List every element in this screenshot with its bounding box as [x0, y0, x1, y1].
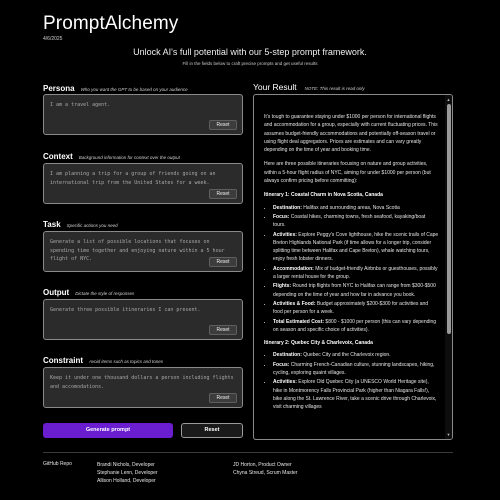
list-item: Destination: Quebec City and the Charlev…: [273, 351, 439, 359]
context-header: Context Background information for conte…: [43, 152, 180, 161]
result-scrollbar[interactable]: ▲ ▼: [445, 95, 452, 439]
result-content: It's tough to guarantee staying under $1…: [264, 113, 439, 417]
scroll-down-arrow-icon[interactable]: ▼: [446, 432, 451, 437]
generate-prompt-button[interactable]: Generate prompt: [43, 423, 173, 438]
list-item: Activities: Explore Old Quebec City (a U…: [273, 378, 439, 411]
result-intro-2: Here are three possible itineraries focu…: [264, 161, 431, 185]
list-item: Flights: Round trip flights from NYC to …: [273, 282, 439, 299]
persona-reset-button[interactable]: Reset: [209, 120, 237, 130]
output-hint: Dictate the style of responses: [75, 291, 135, 296]
scroll-up-arrow-icon[interactable]: ▲: [446, 97, 451, 102]
result-note: NOTE: This result is read only: [304, 86, 365, 91]
constraint-hint: Avoid items such as topics and tones: [89, 359, 163, 364]
footer-divider: [43, 452, 453, 453]
result-header: Your Result NOTE: This result is read on…: [253, 82, 365, 92]
result-title: Your Result: [253, 82, 297, 92]
footer-credits-team: JD Horton, Product Owner Chyna Streud, S…: [233, 461, 297, 477]
persona-field-text[interactable]: I am a travel agent.: [50, 101, 236, 110]
tagline: Unlock AI's full potential with our 5-st…: [133, 47, 367, 57]
task-reset-button[interactable]: Reset: [209, 257, 237, 267]
output-field[interactable]: Generate three possible itineraries I ca…: [43, 299, 243, 340]
scroll-thumb[interactable]: [446, 104, 451, 334]
task-header: Task Specific actions you need: [43, 220, 118, 229]
task-field[interactable]: Generate a list of possible locations th…: [43, 231, 243, 272]
persona-header: Persona Who you want the GPT to be based…: [43, 84, 188, 93]
constraint-label: Constraint: [43, 356, 83, 365]
list-item: Total Estimated Cost: $800 - $1000 per p…: [273, 318, 439, 335]
persona-hint: Who you want the GPT to be based on your…: [80, 87, 188, 92]
context-hint: Background information for context over …: [78, 155, 180, 160]
constraint-reset-button[interactable]: Reset: [209, 393, 237, 403]
credit-line: Brandi Nichols, Developer: [97, 462, 155, 468]
list-item: Destination: Halifax and surrounding are…: [273, 204, 439, 212]
result-panel[interactable]: It's tough to guarantee staying under $1…: [253, 94, 453, 440]
credit-line: Stephanie Lenn, Developer: [97, 470, 158, 476]
output-reset-button[interactable]: Reset: [209, 325, 237, 335]
itinerary-2-title: Itinerary 2: Quebec City & Charlevoix, C…: [264, 340, 373, 347]
context-field[interactable]: I am planning a trip for a group of frie…: [43, 163, 243, 204]
credit-line: JD Horton, Product Owner: [233, 462, 292, 468]
list-item: Activities: Explore Peggy's Cove lightho…: [273, 231, 439, 264]
list-item: Activities & Food: Budget approximately …: [273, 300, 439, 317]
app-title: PromptAlchemy: [43, 13, 179, 34]
itinerary-2-list: Destination: Quebec City and the Charlev…: [273, 351, 439, 411]
subtagline: Fill in the fields below to craft precis…: [182, 61, 318, 66]
itinerary-1-list: Destination: Halifax and surrounding are…: [273, 204, 439, 334]
itinerary-1-title: Itinerary 1: Coastal Charm in Nova Scoti…: [264, 192, 383, 199]
output-header: Output Dictate the style of responses: [43, 288, 134, 297]
output-field-text[interactable]: Generate three possible itineraries I ca…: [50, 306, 236, 315]
reset-all-button[interactable]: Reset: [181, 423, 243, 438]
list-item: Focus: Charming French-Canadian culture,…: [273, 361, 439, 378]
context-field-text[interactable]: I am planning a trip for a group of frie…: [50, 170, 236, 187]
persona-field[interactable]: I am a travel agent. Reset: [43, 94, 243, 135]
persona-label: Persona: [43, 84, 75, 93]
task-label: Task: [43, 220, 61, 229]
credit-line: Allison Holland, Developer: [97, 478, 156, 484]
credit-line: Chyna Streud, Scrum Master: [233, 470, 298, 476]
list-item: Accommodation: Mix of budget-friendly Ai…: [273, 265, 439, 282]
constraint-header: Constraint Avoid items such as topics an…: [43, 356, 163, 365]
constraint-field-text[interactable]: Keep it under one thousand dollars a per…: [50, 374, 236, 391]
result-intro-1: It's tough to guarantee staying under $1…: [264, 114, 438, 154]
task-hint: Specific actions you need: [66, 223, 118, 228]
context-reset-button[interactable]: Reset: [209, 189, 237, 199]
footer-credits-developers: Brandi Nichols, Developer Stephanie Lenn…: [97, 461, 158, 485]
context-label: Context: [43, 152, 73, 161]
list-item: Focus: Coastal hikes, charming towns, fr…: [273, 213, 439, 230]
github-repo-link[interactable]: GitHub Repo: [43, 461, 72, 467]
app-date: 4/6/2025: [43, 36, 63, 42]
output-label: Output: [43, 288, 70, 297]
constraint-field[interactable]: Keep it under one thousand dollars a per…: [43, 367, 243, 408]
